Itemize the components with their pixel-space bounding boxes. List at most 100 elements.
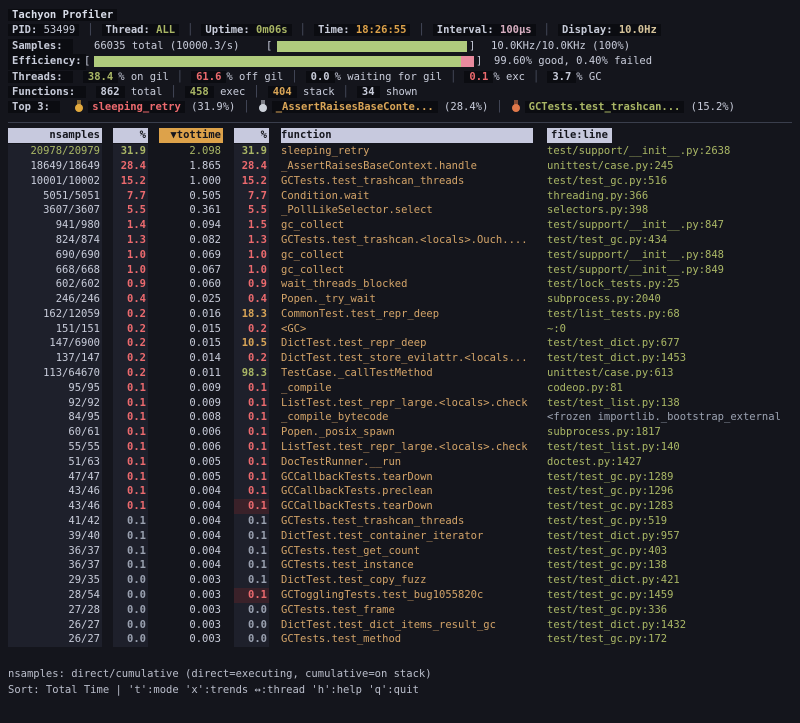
top3-list: sleeping_retry (31.9%)│_AssertRaisesBase… bbox=[74, 101, 735, 113]
cell-file-line: test/test_dict.py:421 bbox=[547, 573, 800, 588]
col-header-function[interactable]: function bbox=[281, 128, 533, 143]
cell-function: GCTests.test_frame bbox=[281, 603, 533, 618]
top3-function-name: _AssertRaisesBaseConte... bbox=[272, 101, 438, 113]
efficiency-bar-open-bracket: [ bbox=[84, 54, 90, 69]
threads-stat-suffix: % off gil bbox=[226, 71, 283, 83]
cell-direct-pct: 0.1 bbox=[113, 396, 148, 411]
footer-keybindings: Sort: Total Time | 't':mode 'x':trends ↔… bbox=[0, 683, 800, 699]
cell-tottime: 0.004 bbox=[159, 514, 223, 529]
table-row: 941/9801.40.0941.5gc_collecttest/support… bbox=[0, 218, 800, 233]
threads-stat-value: 61.6 bbox=[191, 71, 226, 83]
cell-nsamples: 3607/3607 bbox=[8, 203, 102, 218]
table-row: 43/460.10.0040.1GCCallbackTests.tearDown… bbox=[0, 499, 800, 514]
cell-cumulative-pct: 0.1 bbox=[234, 514, 269, 529]
cell-tottime: 0.006 bbox=[159, 425, 223, 440]
table-row: 137/1470.20.0140.2DictTest.test_store_ev… bbox=[0, 351, 800, 366]
threads-stat-item: 0.1% exc bbox=[464, 71, 525, 83]
status-line: PID: 53499│Thread: ALL│Uptime: 0m06s│Tim… bbox=[0, 23, 800, 38]
cell-cumulative-pct: 0.1 bbox=[234, 470, 269, 485]
separator: │ bbox=[253, 86, 259, 98]
top3-item: _AssertRaisesBaseConte... (28.4%) bbox=[258, 101, 489, 113]
cell-tottime: 0.069 bbox=[159, 248, 223, 263]
cell-direct-pct: 31.9 bbox=[113, 144, 148, 159]
functions-stat-item: 458 exec bbox=[185, 86, 246, 98]
functions-stat-value: 862 bbox=[96, 86, 125, 98]
cell-cumulative-pct: 0.0 bbox=[234, 632, 269, 647]
cell-cumulative-pct: 0.1 bbox=[234, 396, 269, 411]
samples-line: Samples: 66035 total (10000.3/s) [ ] 10.… bbox=[0, 39, 800, 54]
cell-nsamples: 690/690 bbox=[8, 248, 102, 263]
samples-bar-open-bracket: [ bbox=[266, 39, 272, 54]
cell-nsamples: 55/55 bbox=[8, 440, 102, 455]
cell-nsamples: 113/64670 bbox=[8, 366, 102, 381]
cell-direct-pct: 0.2 bbox=[113, 351, 148, 366]
cell-file-line: test/test_gc.py:519 bbox=[547, 514, 800, 529]
thread-field[interactable]: Thread: ALL bbox=[102, 24, 180, 36]
cell-nsamples: 95/95 bbox=[8, 381, 102, 396]
cell-function: ListTest.test_repr_large.<locals>.check bbox=[281, 440, 533, 455]
col-header-file-line[interactable]: file:line bbox=[547, 128, 612, 143]
functions-stat-suffix: total bbox=[125, 86, 163, 98]
cell-nsamples: 668/668 bbox=[8, 263, 102, 278]
cell-nsamples: 147/6900 bbox=[8, 336, 102, 351]
cell-function: DocTestRunner.__run bbox=[281, 455, 533, 470]
cell-direct-pct: 0.1 bbox=[113, 558, 148, 573]
col-header-tottime-sorted[interactable]: ▼tottime bbox=[159, 128, 223, 143]
separator: │ bbox=[496, 101, 502, 113]
cell-direct-pct: 0.1 bbox=[113, 499, 148, 514]
col-header-cumulative-pct[interactable]: % bbox=[234, 128, 269, 143]
cell-nsamples: 18649/18649 bbox=[8, 159, 102, 174]
cell-function: GCCallbackTests.preclean bbox=[281, 484, 533, 499]
cell-file-line: test/lock_tests.py:25 bbox=[547, 277, 800, 292]
cell-direct-pct: 0.1 bbox=[113, 470, 148, 485]
cell-function: TestCase._callTestMethod bbox=[281, 366, 533, 381]
cell-file-line: codeop.py:81 bbox=[547, 381, 800, 396]
cell-direct-pct: 0.0 bbox=[113, 573, 148, 588]
cell-file-line: unittest/case.py:613 bbox=[547, 366, 800, 381]
col-header-direct-pct[interactable]: % bbox=[113, 128, 148, 143]
cell-tottime: 0.004 bbox=[159, 558, 223, 573]
cell-direct-pct: 0.1 bbox=[113, 529, 148, 544]
cell-direct-pct: 0.0 bbox=[113, 588, 148, 603]
cell-nsamples: 26/27 bbox=[8, 632, 102, 647]
cell-function: GCCallbackTests.tearDown bbox=[281, 470, 533, 485]
cell-file-line: test/test_gc.py:434 bbox=[547, 233, 800, 248]
cell-function: wait_threads_blocked bbox=[281, 277, 533, 292]
cell-file-line: test/test_list.py:140 bbox=[547, 440, 800, 455]
table-row: 36/370.10.0040.1GCTests.test_instancetes… bbox=[0, 558, 800, 573]
cell-tottime: 0.025 bbox=[159, 292, 223, 307]
pid-value: 53499 bbox=[44, 24, 76, 36]
cell-nsamples: 60/61 bbox=[8, 425, 102, 440]
cell-tottime: 1.000 bbox=[159, 174, 223, 189]
cell-nsamples: 84/95 bbox=[8, 410, 102, 425]
separator: │ bbox=[243, 101, 249, 113]
cell-cumulative-pct: 0.1 bbox=[234, 425, 269, 440]
cell-file-line: test/test_gc.py:1289 bbox=[547, 470, 800, 485]
cell-function: DictTest.test_dict_items_result_gc bbox=[281, 618, 533, 633]
table-row: 690/6901.00.0691.0gc_collecttest/support… bbox=[0, 248, 800, 263]
cell-direct-pct: 1.3 bbox=[113, 233, 148, 248]
threads-stat-item: 61.6% off gil bbox=[191, 71, 283, 83]
table-row: 246/2460.40.0250.4Popen._try_waitsubproc… bbox=[0, 292, 800, 307]
cell-tottime: 0.004 bbox=[159, 484, 223, 499]
cell-function: gc_collect bbox=[281, 263, 533, 278]
cell-direct-pct: 15.2 bbox=[113, 174, 148, 189]
table-row: 84/950.10.0080.1_compile_bytecode<frozen… bbox=[0, 410, 800, 425]
cell-direct-pct: 0.0 bbox=[113, 632, 148, 647]
table-row: 60/610.10.0060.1Popen._posix_spawnsubpro… bbox=[0, 425, 800, 440]
cell-nsamples: 36/37 bbox=[8, 544, 102, 559]
cell-cumulative-pct: 1.0 bbox=[234, 248, 269, 263]
thread-value: ALL bbox=[156, 24, 175, 36]
time-value: 18:26:55 bbox=[356, 24, 407, 36]
cell-cumulative-pct: 0.9 bbox=[234, 277, 269, 292]
interval-value: 100µs bbox=[500, 24, 532, 36]
efficiency-summary: 99.60% good, 0.40% failed bbox=[494, 54, 652, 69]
cell-function: GCTests.test_trashcan_threads bbox=[281, 514, 533, 529]
cell-function: Condition.wait bbox=[281, 189, 533, 204]
cell-file-line: test/test_gc.py:1283 bbox=[547, 499, 800, 514]
threads-stat-value: 38.4 bbox=[83, 71, 118, 83]
cell-direct-pct: 0.1 bbox=[113, 410, 148, 425]
samples-bar-close-bracket: ] bbox=[469, 39, 475, 54]
cell-file-line: subprocess.py:2040 bbox=[547, 292, 800, 307]
cell-tottime: 0.015 bbox=[159, 322, 223, 337]
